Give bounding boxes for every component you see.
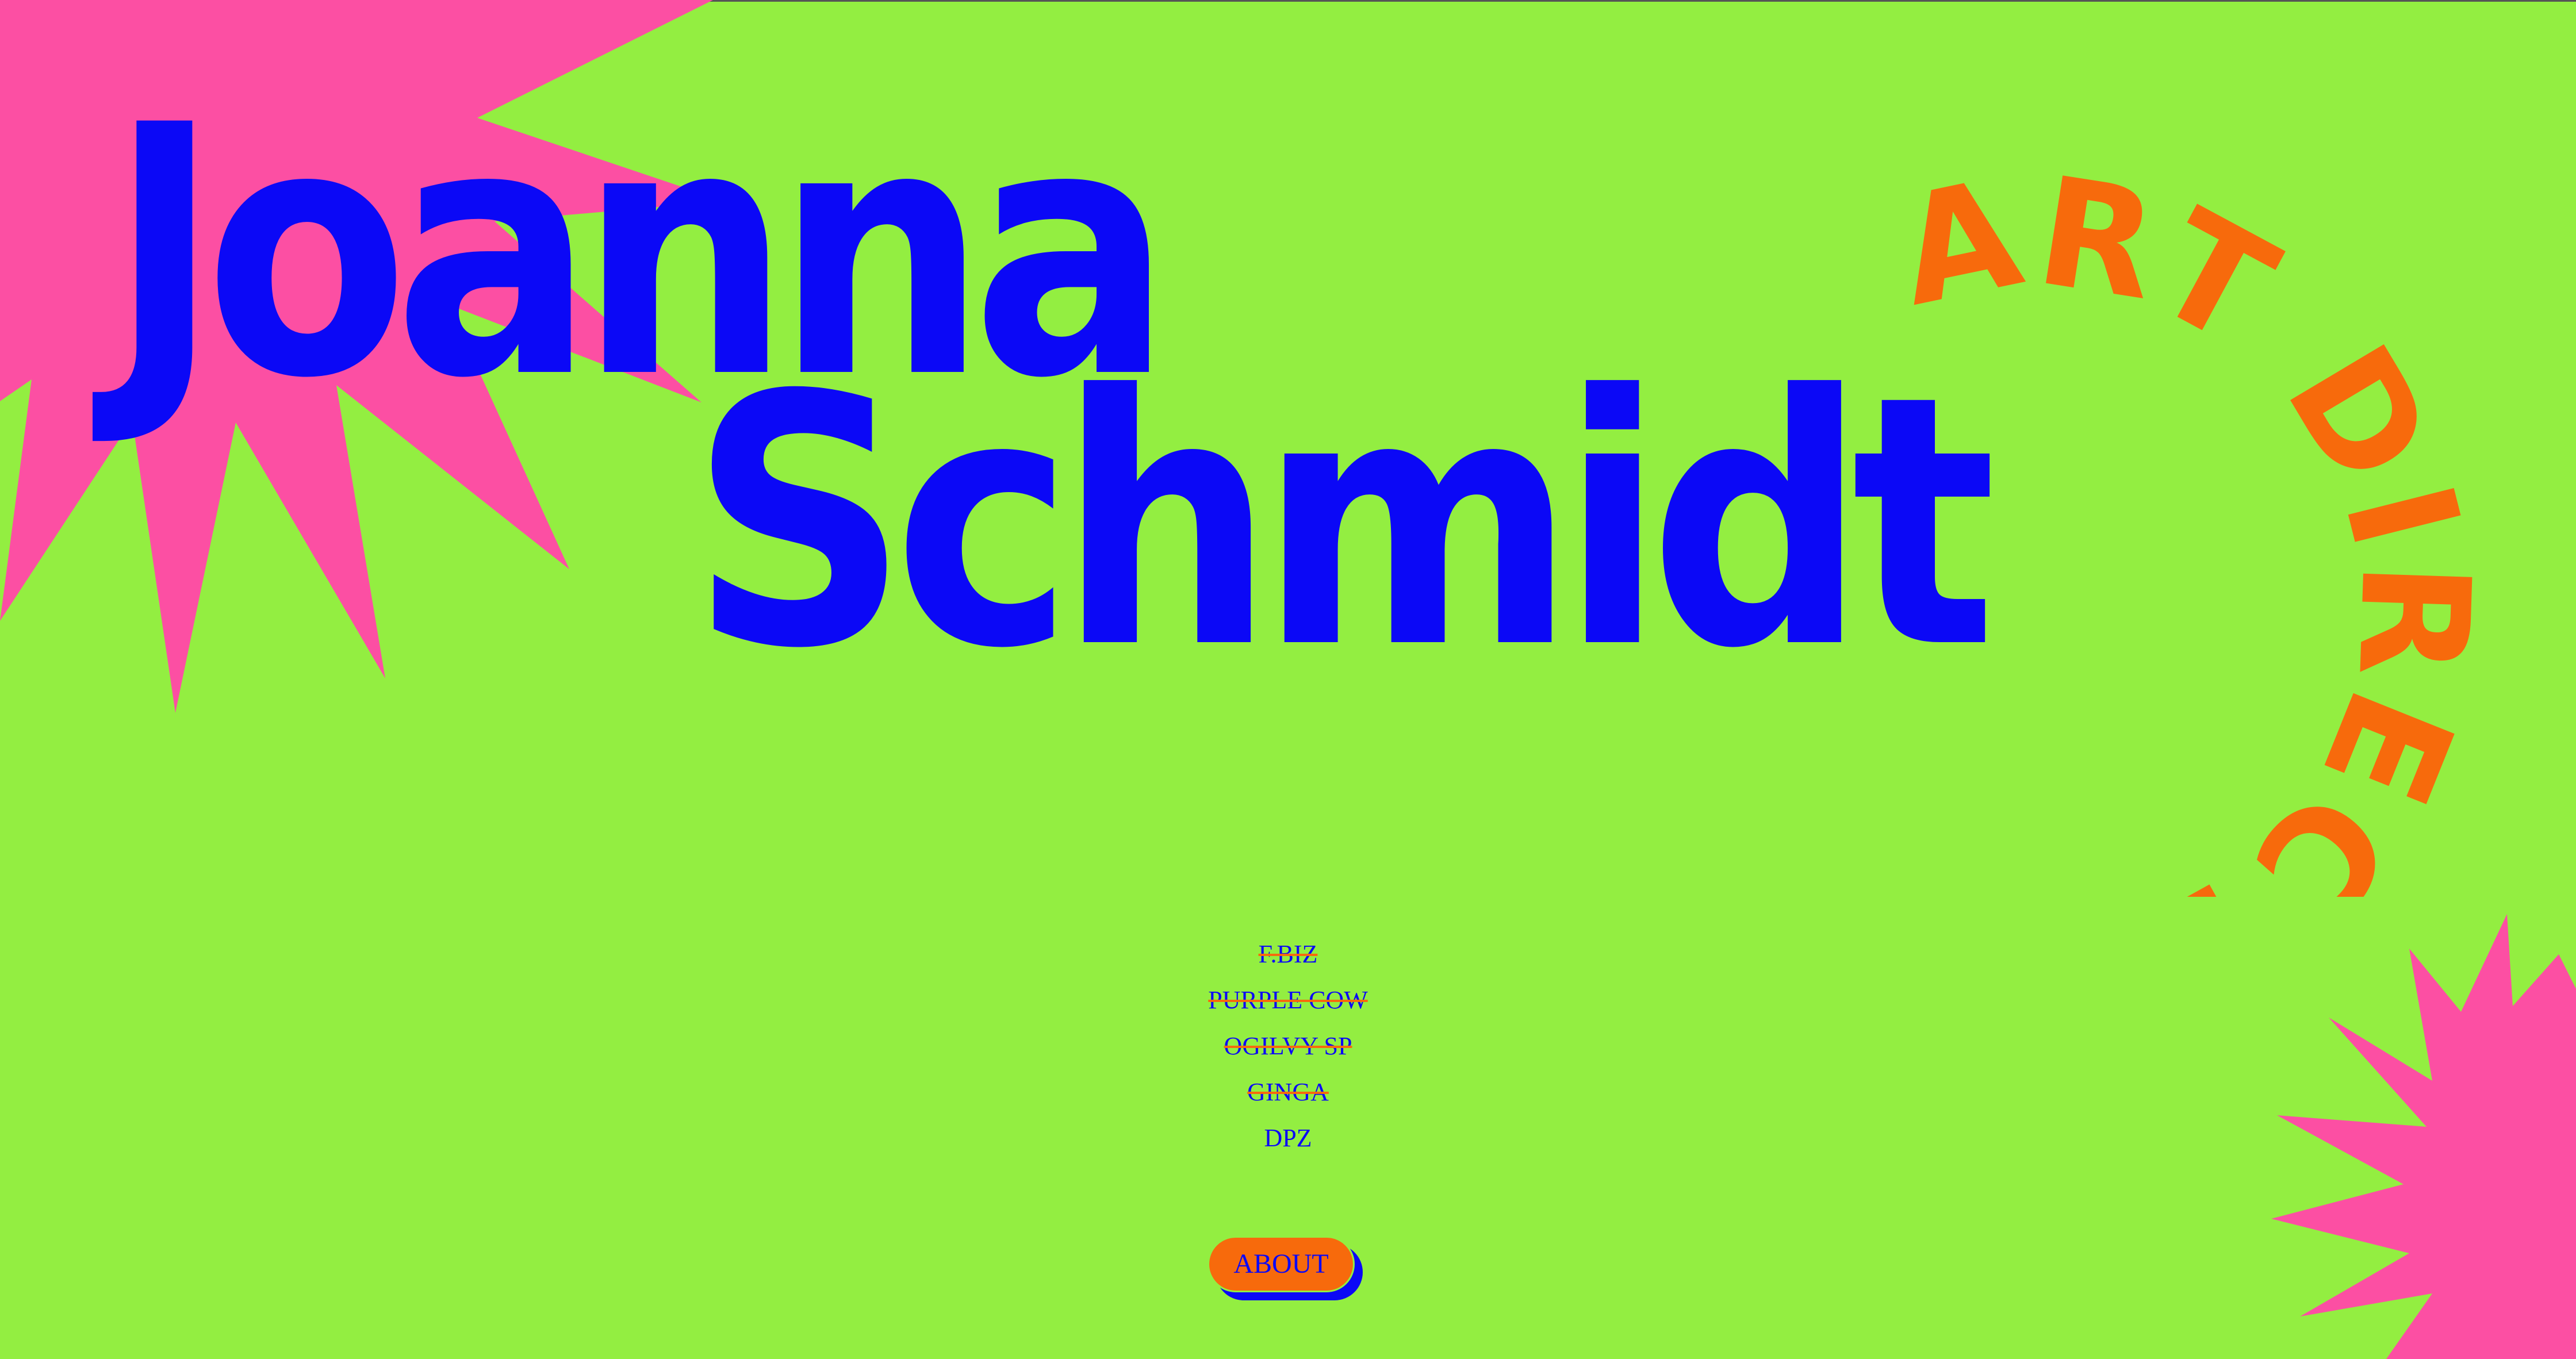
agency-dpz[interactable]: DPZ — [1173, 1115, 1403, 1161]
svg-text:ART DIRECTOR: ART DIRECTOR — [1828, 92, 2502, 897]
agency-fbiz[interactable]: F.BIZ — [1173, 931, 1403, 977]
about-button-wrapper: ABOUT — [1208, 1236, 1363, 1303]
agency-list: F.BIZ PURPLE COW OGILVY SP GINGA DPZ — [1173, 931, 1403, 1161]
agency-ogilvy-sp[interactable]: OGILVY SP — [1173, 1023, 1403, 1069]
agency-ginga[interactable]: GINGA — [1173, 1069, 1403, 1115]
role-arc-text: ART DIRECTOR — [1828, 92, 2502, 897]
name-last: Schmidt — [690, 322, 1996, 724]
about-button[interactable]: ABOUT — [1208, 1236, 1355, 1292]
agency-purple-cow[interactable]: PURPLE COW — [1173, 977, 1403, 1023]
starburst-bottom-right — [2271, 914, 2576, 1359]
role-label: ART DIRECTOR — [1828, 92, 2497, 897]
